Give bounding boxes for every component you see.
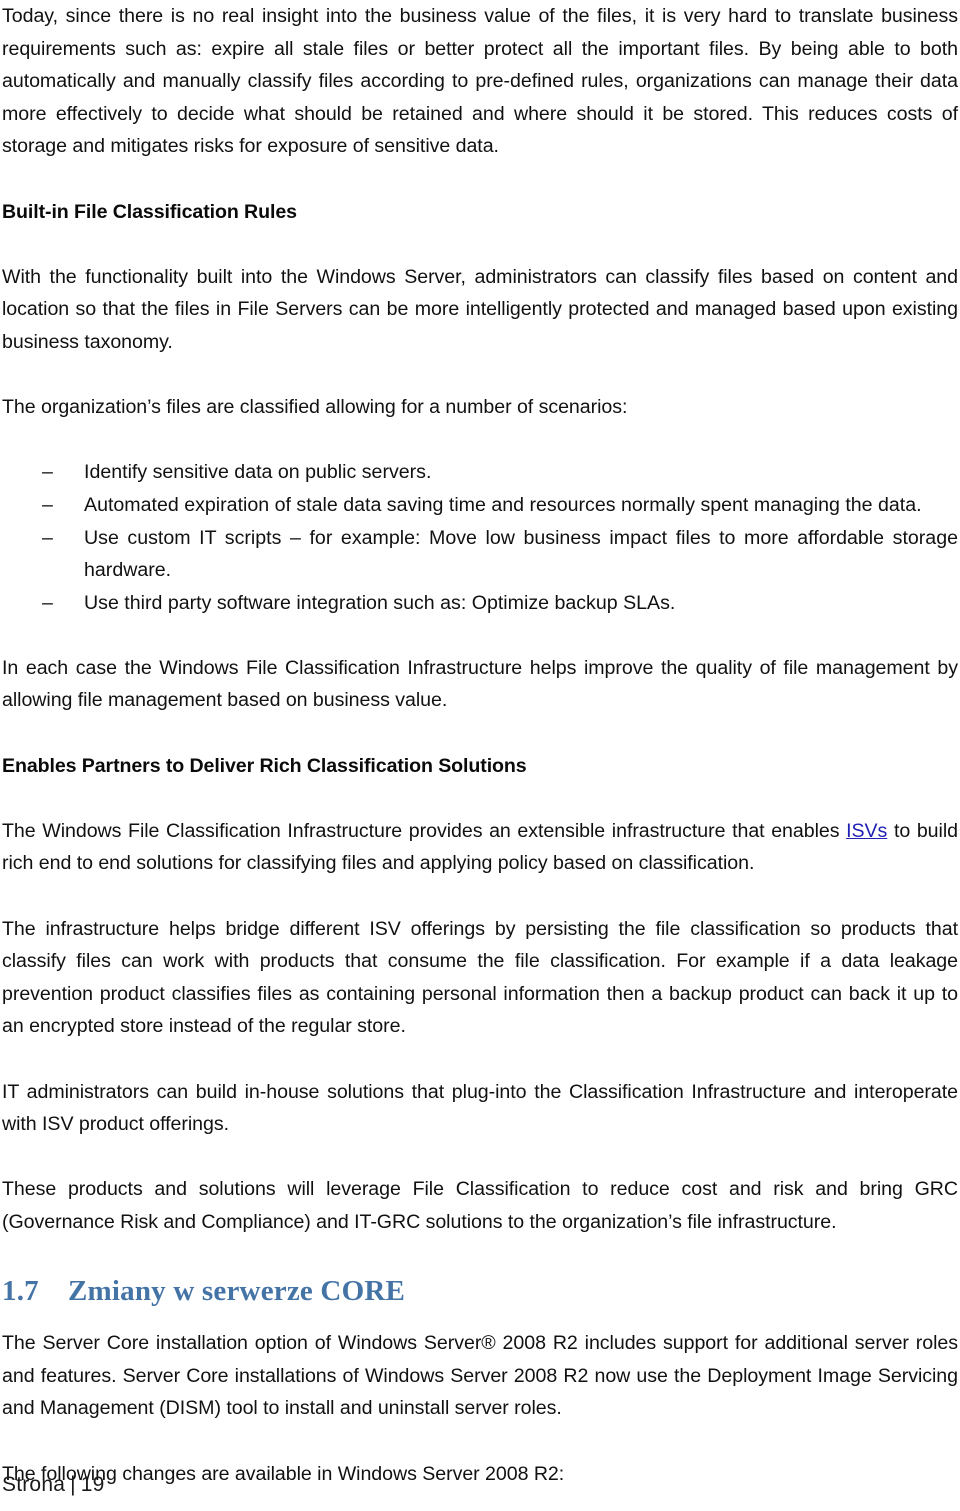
- paragraph-partners: The Windows File Classification Infrastr…: [2, 815, 958, 880]
- subheading-enables-partners: Enables Partners to Deliver Rich Classif…: [2, 754, 527, 777]
- list-item-text: Use third party software integration suc…: [84, 591, 676, 614]
- paragraph-intro: Today, since there is no real insight in…: [2, 5, 958, 158]
- page-footer: Strona | 19: [2, 1471, 958, 1499]
- scenarios-list: – Identify sensitive data on public serv…: [2, 456, 958, 619]
- list-item-text: Identify sensitive data on public server…: [84, 461, 432, 484]
- list-item: – Use custom IT scripts – for example: M…: [2, 522, 958, 587]
- subheading-builtin-rules: Built-in File Classification Rules: [2, 200, 297, 223]
- paragraph-partners-pre: The Windows File Classification Infrastr…: [2, 819, 847, 842]
- footer-separator: |: [70, 1473, 76, 1496]
- paragraph-grc: These products and solutions will levera…: [2, 1178, 958, 1233]
- list-item-text: Use custom IT scripts – for example: Mov…: [84, 526, 958, 582]
- list-item: – Identify sensitive data on public serv…: [2, 456, 958, 489]
- section-number: 1.7: [2, 1275, 39, 1308]
- paragraph-scenarios-lead: The organization’s files are classified …: [2, 396, 628, 419]
- list-dash-marker: –: [42, 526, 53, 549]
- page-content: Today, since there is no real insight in…: [2, 0, 958, 1490]
- footer-page-number: 19: [80, 1473, 105, 1496]
- footer-label: Strona: [2, 1473, 66, 1496]
- paragraph-builtin-rules: With the functionality built into the Wi…: [2, 265, 958, 353]
- list-dash-marker: –: [42, 461, 53, 484]
- paragraph-bridge-isv: The infrastructure helps bridge differen…: [2, 917, 958, 1038]
- list-item: – Automated expiration of stale data sav…: [2, 489, 958, 522]
- isvs-link[interactable]: ISVs: [846, 820, 887, 842]
- paragraph-it-administrators: IT administrators can build in-house sol…: [2, 1080, 958, 1136]
- section-title: Zmiany w serwerze CORE: [68, 1275, 406, 1308]
- section-heading-1-7: 1.7 Zmiany w serwerze CORE: [2, 1271, 958, 1311]
- list-dash-marker: –: [42, 493, 53, 516]
- list-dash-marker: –: [42, 591, 53, 614]
- list-item-text: Automated expiration of stale data savin…: [84, 493, 922, 516]
- list-item: – Use third party software integration s…: [2, 587, 958, 620]
- paragraph-server-core: The Server Core installation option of W…: [2, 1332, 958, 1420]
- paragraph-each-case: In each case the Windows File Classifica…: [2, 656, 958, 712]
- document-page: Today, since there is no real insight in…: [0, 0, 960, 1511]
